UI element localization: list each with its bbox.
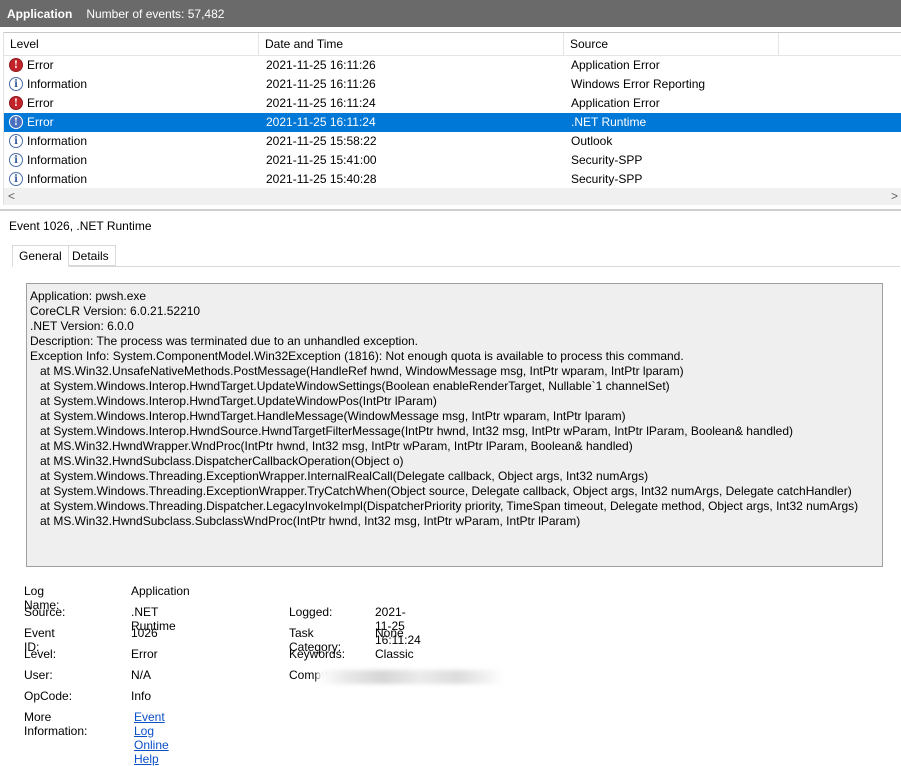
- event-row[interactable]: ! Error 2021-11-25 16:11:24 .NET Runtime: [4, 113, 901, 132]
- keywords-value[interactable]: Classic: [375, 647, 414, 661]
- events-grid[interactable]: Level Date and Time Source ! Error 2021-11…: [3, 32, 901, 205]
- event-level: Information: [27, 153, 88, 167]
- event-id-value[interactable]: 1026: [131, 626, 158, 640]
- event-datetime: 2021-11-25 16:11:26: [266, 77, 376, 91]
- source-label: Source:: [24, 605, 66, 619]
- error-icon: !: [9, 96, 23, 110]
- event-level: Information: [27, 77, 88, 91]
- log-name-title: Application: [7, 6, 73, 21]
- event-source: Security-SPP: [571, 153, 643, 167]
- log-name-value[interactable]: Application: [131, 584, 190, 598]
- level-label: Level:: [24, 647, 57, 661]
- event-row[interactable]: i Information 2021-11-25 15:58:22 Outlook: [4, 132, 901, 151]
- event-level: Error: [27, 96, 54, 110]
- scroll-right-arrow-icon[interactable]: >: [891, 189, 898, 203]
- event-level: Error: [27, 115, 54, 129]
- level-value[interactable]: Error: [131, 647, 158, 661]
- event-source: Application Error: [571, 96, 660, 110]
- error-icon: !: [9, 115, 23, 129]
- event-source: Application Error: [571, 58, 660, 72]
- event-row[interactable]: ! Error 2021-11-25 16:11:26 Application Err…: [4, 56, 901, 75]
- info-icon: i: [9, 172, 23, 186]
- event-description-box[interactable]: Application: pwsh.exe CoreCLR Version: 6…: [26, 283, 883, 567]
- grid-rows: ! Error 2021-11-25 16:11:26 Application Err…: [4, 56, 901, 189]
- logged-label: Logged:: [289, 605, 333, 619]
- tab-general[interactable]: General: [12, 245, 69, 267]
- log-header-bar: Application Number of events: 57,482: [0, 0, 901, 27]
- event-row[interactable]: i Information 2021-11-25 16:11:26 Windows E…: [4, 75, 901, 94]
- tab-details[interactable]: Details: [65, 245, 116, 266]
- error-icon: !: [9, 58, 23, 72]
- pane-splitter[interactable]: [0, 209, 901, 211]
- event-level: Information: [27, 172, 88, 186]
- keywords-label: Keywords:: [289, 647, 346, 661]
- event-count-label: Number of events: 57,482: [86, 6, 225, 21]
- opcode-value[interactable]: Info: [131, 689, 151, 703]
- event-level: Error: [27, 58, 54, 72]
- task-category-value[interactable]: None: [375, 626, 404, 640]
- event-row[interactable]: ! Error 2021-11-25 16:11:24 Application Err…: [4, 94, 901, 113]
- user-label: User:: [24, 668, 53, 682]
- grid-header: Level Date and Time Source: [4, 33, 901, 56]
- event-datetime: 2021-11-25 15:41:00: [266, 153, 377, 167]
- event-row[interactable]: i Information 2021-11-25 15:40:28 Security-…: [4, 170, 901, 189]
- event-source: .NET Runtime: [571, 115, 647, 129]
- event-datetime: 2021-11-25 15:40:28: [266, 172, 377, 186]
- event-datetime: 2021-11-25 16:11:26: [266, 58, 376, 72]
- info-icon: i: [9, 134, 23, 148]
- info-icon: i: [9, 77, 23, 91]
- event-source: Outlook: [571, 134, 613, 148]
- info-icon: i: [9, 153, 23, 167]
- event-detail-title: Event 1026, .NET Runtime: [9, 219, 152, 233]
- opcode-label: OpCode:: [24, 689, 73, 703]
- event-row[interactable]: i Information 2021-11-25 15:41:00 Security-…: [4, 151, 901, 170]
- more-information-label: More Information:: [24, 710, 88, 738]
- column-header-level[interactable]: Level: [4, 33, 259, 55]
- event-source: Security-SPP: [571, 172, 643, 186]
- scroll-left-arrow-icon[interactable]: <: [8, 189, 15, 203]
- computer-name-redacted: [318, 670, 504, 684]
- column-header-source[interactable]: Source: [564, 33, 779, 55]
- event-datetime: 2021-11-25 15:58:22: [266, 134, 377, 148]
- event-log-online-help-link[interactable]: Event Log Online Help: [134, 710, 169, 766]
- column-header-date-time[interactable]: Date and Time: [259, 33, 564, 55]
- user-value[interactable]: N/A: [131, 668, 151, 682]
- horizontal-scrollbar[interactable]: < >: [4, 188, 901, 205]
- event-datetime: 2021-11-25 16:11:24: [266, 115, 376, 129]
- event-level: Information: [27, 134, 88, 148]
- event-datetime: 2021-11-25 16:11:24: [266, 96, 376, 110]
- event-source: Windows Error Reporting: [571, 77, 706, 91]
